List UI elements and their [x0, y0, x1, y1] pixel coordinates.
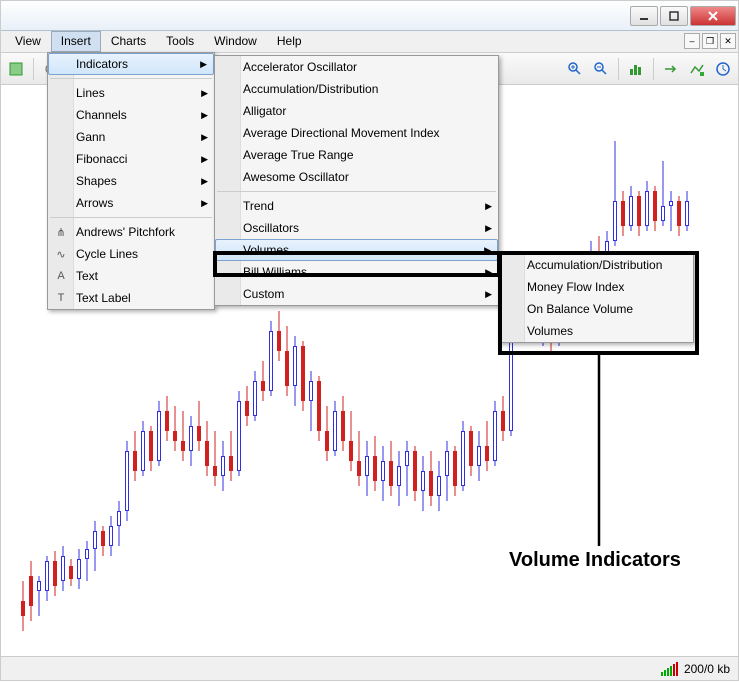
menu-label: Awesome Oscillator	[243, 170, 349, 184]
menu-item-shapes[interactable]: Shapes ▶	[48, 170, 214, 192]
menu-item-alligator[interactable]: Alligator	[215, 100, 498, 122]
menu-charts[interactable]: Charts	[101, 31, 156, 52]
submenu-arrow-icon: ▶	[201, 110, 208, 121]
menu-label: Volumes	[243, 243, 289, 257]
shift-chart-icon[interactable]	[660, 58, 682, 80]
mdi-controls: ‒ ❐ ✕	[682, 31, 738, 52]
close-button[interactable]	[690, 6, 736, 26]
menu-item-on-balance-volume[interactable]: On Balance Volume	[499, 298, 693, 320]
chart-bars-icon[interactable]	[625, 58, 647, 80]
pitchfork-icon: ⋔	[52, 226, 70, 239]
menu-item-accumulation-distribution[interactable]: Accumulation/Distribution	[215, 78, 498, 100]
menu-label: Channels	[76, 108, 127, 122]
menu-label: Text	[76, 269, 98, 283]
menu-item-channels[interactable]: Channels ▶	[48, 104, 214, 126]
maximize-button[interactable]	[660, 6, 688, 26]
menu-item-indicators[interactable]: Indicators ▶	[48, 53, 214, 75]
menu-label: Fibonacci	[76, 152, 127, 166]
menu-label: Indicators	[76, 57, 128, 71]
cycle-lines-icon: ∿	[52, 248, 70, 261]
menu-item-trend[interactable]: Trend ▶	[215, 195, 498, 217]
menu-label: Custom	[243, 287, 284, 301]
menu-item-arrows[interactable]: Arrows ▶	[48, 192, 214, 214]
menu-label: Average True Range	[243, 148, 354, 162]
menu-label: Alligator	[243, 104, 286, 118]
menu-item-vol-accumulation-distribution[interactable]: Accumulation/Distribution	[499, 254, 693, 276]
menu-item-cycle-lines[interactable]: ∿ Cycle Lines	[48, 243, 214, 265]
menu-item-money-flow-index[interactable]: Money Flow Index	[499, 276, 693, 298]
menu-view[interactable]: View	[5, 31, 51, 52]
submenu-arrow-icon: ▶	[201, 88, 208, 99]
statusbar: 200/0 kb	[1, 656, 738, 680]
text-label-icon: T	[52, 292, 70, 304]
menu-tools[interactable]: Tools	[156, 31, 204, 52]
text-icon: A	[52, 270, 70, 282]
menu-label: On Balance Volume	[527, 302, 633, 316]
menu-insert[interactable]: Insert	[51, 31, 101, 52]
annotation-label: Volume Indicators	[509, 549, 681, 572]
volumes-submenu: Accumulation/Distribution Money Flow Ind…	[498, 253, 694, 343]
submenu-arrow-icon: ▶	[201, 176, 208, 187]
menu-item-volumes[interactable]: Volumes ▶	[215, 239, 498, 261]
menu-item-bill-williams[interactable]: Bill Williams ▶	[215, 261, 498, 283]
menu-item-atr[interactable]: Average True Range	[215, 144, 498, 166]
submenu-arrow-icon: ▶	[485, 201, 492, 212]
menu-item-awesome-oscillator[interactable]: Awesome Oscillator	[215, 166, 498, 188]
menu-item-vol-volumes[interactable]: Volumes	[499, 320, 693, 342]
menubar: View Insert Charts Tools Window Help ‒ ❐…	[1, 31, 738, 53]
submenu-arrow-icon: ▶	[201, 154, 208, 165]
menu-label: Accelerator Oscillator	[243, 60, 357, 74]
indicators-icon[interactable]	[686, 58, 708, 80]
submenu-arrow-icon: ▶	[485, 289, 492, 300]
menu-label: Average Directional Movement Index	[243, 126, 440, 140]
submenu-arrow-icon: ▶	[484, 245, 491, 256]
menu-item-fibonacci[interactable]: Fibonacci ▶	[48, 148, 214, 170]
submenu-arrow-icon: ▶	[485, 267, 492, 278]
menu-label: Arrows	[76, 196, 113, 210]
status-text: 200/0 kb	[684, 662, 730, 676]
menu-item-text-label[interactable]: T Text Label	[48, 287, 214, 309]
menu-label: Accumulation/Distribution	[243, 82, 378, 96]
mdi-minimize-button[interactable]: ‒	[684, 33, 700, 49]
menu-item-custom[interactable]: Custom ▶	[215, 283, 498, 305]
menu-label: Oscillators	[243, 221, 299, 235]
menu-help[interactable]: Help	[267, 31, 312, 52]
menu-label: Cycle Lines	[76, 247, 138, 261]
menu-label: Volumes	[527, 324, 573, 338]
menu-item-oscillators[interactable]: Oscillators ▶	[215, 217, 498, 239]
indicators-submenu: Accelerator Oscillator Accumulation/Dist…	[214, 55, 499, 306]
connection-signal-icon	[661, 662, 678, 676]
menu-window[interactable]: Window	[204, 31, 267, 52]
submenu-arrow-icon: ▶	[201, 132, 208, 143]
menu-item-accelerator-oscillator[interactable]: Accelerator Oscillator	[215, 56, 498, 78]
mdi-restore-button[interactable]: ❐	[702, 33, 718, 49]
menu-item-lines[interactable]: Lines ▶	[48, 82, 214, 104]
periodicity-icon[interactable]	[712, 58, 734, 80]
menu-item-adx[interactable]: Average Directional Movement Index	[215, 122, 498, 144]
menu-item-text[interactable]: A Text	[48, 265, 214, 287]
menu-label: Trend	[243, 199, 274, 213]
menu-label: Shapes	[76, 174, 117, 188]
menu-label: Lines	[76, 86, 105, 100]
menu-item-gann[interactable]: Gann ▶	[48, 126, 214, 148]
window-titlebar	[1, 1, 738, 31]
minimize-button[interactable]	[630, 6, 658, 26]
zoom-out-icon[interactable]	[590, 58, 612, 80]
submenu-arrow-icon: ▶	[485, 223, 492, 234]
menu-label: Money Flow Index	[527, 280, 624, 294]
menu-label: Andrews' Pitchfork	[76, 225, 175, 239]
menu-label: Accumulation/Distribution	[527, 258, 662, 272]
menu-item-andrews-pitchfork[interactable]: ⋔ Andrews' Pitchfork	[48, 221, 214, 243]
insert-menu: Indicators ▶ Lines ▶ Channels ▶ Gann ▶ Fibon…	[47, 52, 215, 310]
zoom-in-icon[interactable]	[564, 58, 586, 80]
toolbar-button-1[interactable]	[5, 58, 27, 80]
submenu-arrow-icon: ▶	[201, 198, 208, 209]
menu-label: Text Label	[76, 291, 131, 305]
menu-label: Gann	[76, 130, 105, 144]
mdi-close-button[interactable]: ✕	[720, 33, 736, 49]
menu-label: Bill Williams	[243, 265, 307, 279]
submenu-arrow-icon: ▶	[200, 59, 207, 70]
